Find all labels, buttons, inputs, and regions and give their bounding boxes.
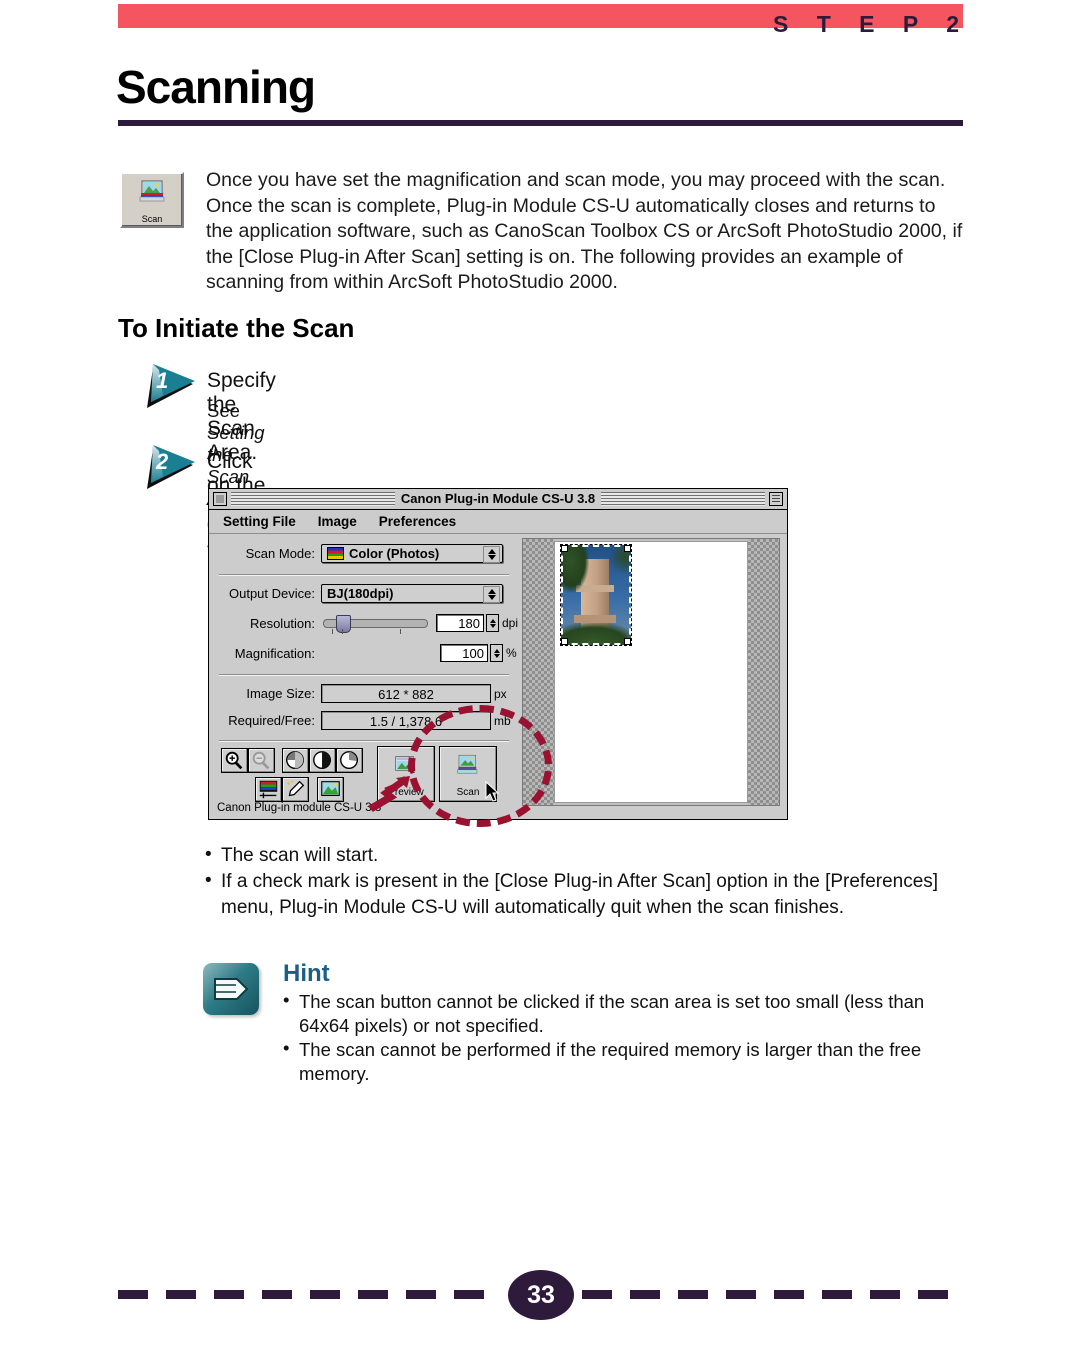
resolution-unit: dpi xyxy=(502,616,519,630)
dialog-title-wrap: Canon Plug-in Module CS-U 3.8 xyxy=(209,491,787,506)
resolution-label: Resolution: xyxy=(249,615,315,631)
annotation-arrow-icon xyxy=(368,776,410,813)
marquee-handle-tr[interactable] xyxy=(624,545,631,552)
hint-list: The scan button cannot be clicked if the… xyxy=(283,988,963,1086)
menu-preferences[interactable]: Preferences xyxy=(379,514,456,529)
intro-paragraph: Once you have set the magnification and … xyxy=(206,169,963,294)
required-free-label: Required/Free: xyxy=(228,713,315,728)
output-device-row: Output Device: BJ(180dpi) xyxy=(217,584,503,603)
step-arrow-1-number-wrap: 1 xyxy=(143,362,197,414)
note-item-2: If a check mark is present in the [Close… xyxy=(204,868,974,921)
zoom-out-icon[interactable] xyxy=(248,748,275,773)
image-thumbnail-icon[interactable] xyxy=(317,777,344,802)
divider-2 xyxy=(219,674,509,676)
dialog-status-text: Canon Plug-in module CS-U 3.8 xyxy=(217,802,382,814)
resolution-input[interactable]: 180 xyxy=(436,614,484,632)
divider-1 xyxy=(219,574,509,576)
image-size-value: 612 * 882 xyxy=(321,684,491,703)
color-swatch-icon xyxy=(327,547,344,560)
required-free-unit: mb xyxy=(494,713,511,728)
scan-mode-label: Scan Mode: xyxy=(245,546,315,561)
magnification-unit: % xyxy=(506,646,517,660)
footer-dashes-right xyxy=(582,1290,964,1299)
notes-list: The scan will start. If a check mark is … xyxy=(204,842,974,921)
preview-pane[interactable] xyxy=(522,538,780,806)
scan-icon xyxy=(457,754,478,774)
image-preview-tool xyxy=(317,777,344,802)
scanner-image-icon xyxy=(139,180,165,202)
checker-right xyxy=(748,539,779,805)
zoom-tool-group xyxy=(221,748,275,773)
tone-tool-group xyxy=(282,748,363,773)
hint-icon xyxy=(203,963,259,1015)
title-underline-rule xyxy=(118,120,963,126)
zoom-in-icon[interactable] xyxy=(221,748,248,773)
pencil-note-icon xyxy=(214,978,249,1000)
marquee-handle-bl[interactable] xyxy=(561,638,568,645)
selection-marquee[interactable] xyxy=(561,545,631,645)
resolution-row: Resolution: 180 dpi xyxy=(217,614,519,634)
histogram-icon[interactable] xyxy=(255,777,282,802)
image-size-row: Image Size: 612 * 882 px xyxy=(217,684,507,703)
chevron-updown-icon xyxy=(483,546,500,563)
magnification-label: Magnification: xyxy=(234,645,315,661)
output-device-dropdown[interactable]: BJ(180dpi) xyxy=(321,584,503,603)
page-number-badge: 33 xyxy=(508,1270,574,1320)
marquee-handle-br[interactable] xyxy=(624,638,631,645)
scan-mode-dropdown[interactable]: Color (Photos) xyxy=(321,544,503,563)
required-free-row: Required/Free: 1.5 / 1,378.6 mb xyxy=(217,711,511,730)
preview-photo[interactable] xyxy=(560,544,632,646)
required-free-value: 1.5 / 1,378.6 xyxy=(321,711,491,730)
eyedropper-icon[interactable] xyxy=(282,777,309,802)
step-label: S T E P 2 xyxy=(772,11,970,37)
resolution-slider-thumb[interactable] xyxy=(336,614,351,633)
tone-curve-icon[interactable] xyxy=(336,748,363,773)
dialog-title: Canon Plug-in Module CS-U 3.8 xyxy=(394,491,602,506)
magnification-stepper[interactable] xyxy=(490,644,503,662)
close-box-icon[interactable] xyxy=(213,492,227,506)
dialog-body: Scan Mode: Color (Photos) Output Device:… xyxy=(209,534,787,820)
resolution-slider[interactable] xyxy=(323,614,428,634)
magnification-row: Magnification: 100 % xyxy=(217,644,517,662)
page-title: Scanning xyxy=(116,61,316,113)
collapse-box-icon[interactable] xyxy=(769,492,783,506)
step-1-see: See xyxy=(207,400,240,421)
menu-image[interactable]: Image xyxy=(318,514,357,529)
dialog-titlebar[interactable]: Canon Plug-in Module CS-U 3.8 xyxy=(209,489,787,510)
resolution-stepper[interactable] xyxy=(486,614,499,632)
step-arrow-2-number-wrap: 2 xyxy=(143,443,197,495)
adjust-tool-group xyxy=(255,777,309,802)
chevron-updown-icon-2 xyxy=(483,586,500,603)
section-heading: To Initiate the Scan xyxy=(118,313,355,343)
note-item-1: The scan will start. xyxy=(204,842,974,869)
dialog-menubar: Setting File Image Preferences xyxy=(209,510,787,534)
divider-3 xyxy=(219,740,509,742)
footer-dashes-left xyxy=(118,1290,498,1299)
scan-icon-caption: Scan xyxy=(141,214,163,224)
canon-plugin-dialog: Canon Plug-in Module CS-U 3.8 Setting Fi… xyxy=(208,488,788,820)
output-device-value: BJ(180dpi) xyxy=(327,586,394,601)
menu-setting-file[interactable]: Setting File xyxy=(223,514,296,529)
scan-button-icon: Scan xyxy=(120,172,184,228)
mouse-cursor-icon xyxy=(485,781,500,802)
step-number-1: 1 xyxy=(156,368,169,393)
scan-mode-row: Scan Mode: Color (Photos) xyxy=(217,544,503,563)
brightness-icon[interactable] xyxy=(282,748,309,773)
output-device-label: Output Device: xyxy=(229,586,315,601)
scan-mode-value: Color (Photos) xyxy=(349,546,440,561)
scan-bed[interactable] xyxy=(554,541,748,803)
marquee-handle-tl[interactable] xyxy=(561,545,568,552)
magnification-input[interactable]: 100 xyxy=(440,644,488,662)
checker-left xyxy=(523,539,554,805)
image-size-label: Image Size: xyxy=(246,686,315,701)
hint-title: Hint xyxy=(283,960,330,987)
contrast-icon[interactable] xyxy=(309,748,336,773)
hint-item-2: The scan cannot be performed if the requ… xyxy=(283,1036,963,1086)
hint-item-1: The scan button cannot be clicked if the… xyxy=(283,988,963,1038)
step-number-2: 2 xyxy=(156,449,169,474)
image-size-unit: px xyxy=(494,686,507,701)
